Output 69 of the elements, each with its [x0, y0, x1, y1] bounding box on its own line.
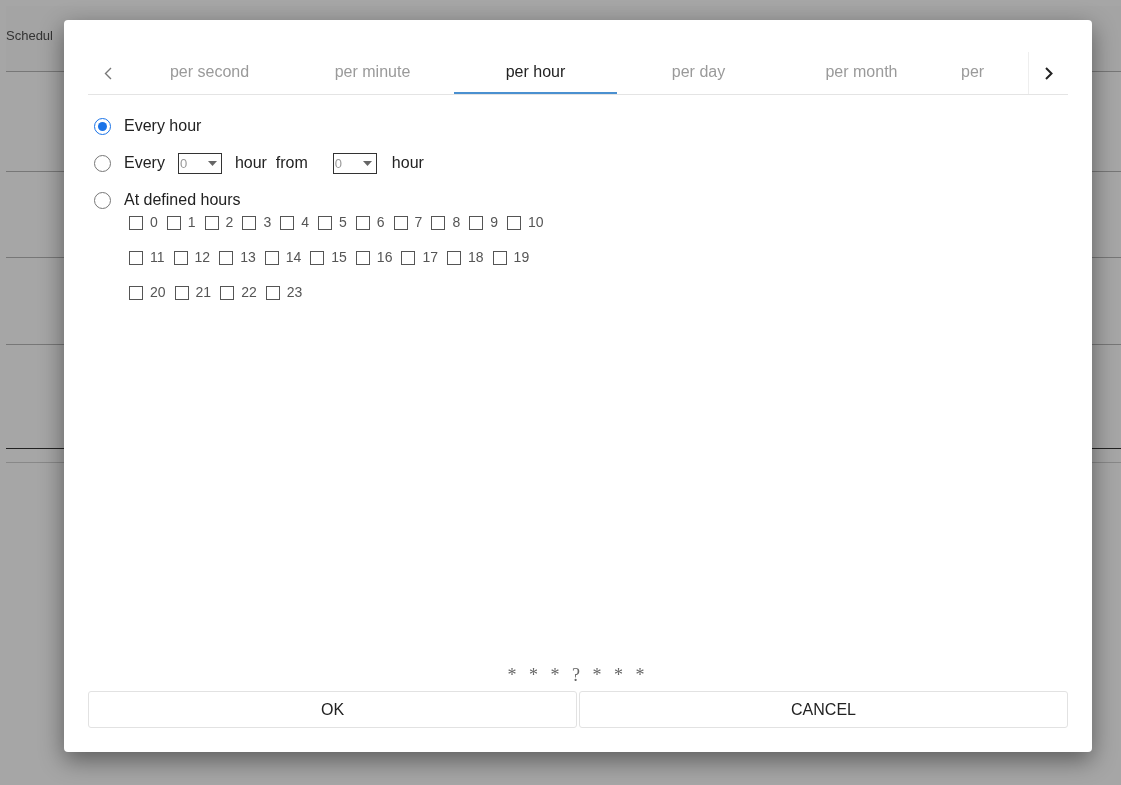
hour-label: 10	[527, 213, 544, 232]
hour-label: 15	[331, 248, 347, 267]
frequency-tab[interactable]: per month	[780, 52, 943, 94]
cron-expression: * * * ? * * *	[507, 664, 649, 687]
hour-label: 3	[263, 213, 272, 232]
page-title: Schedul	[6, 27, 54, 45]
hour-label: 16	[376, 248, 393, 267]
hour-checkbox[interactable]	[393, 215, 408, 230]
dropdown-caret-icon	[207, 160, 217, 166]
hour-label: 21	[195, 283, 212, 302]
hour-checkbox[interactable]	[129, 250, 143, 265]
hour-label: 2	[225, 213, 234, 232]
hour-label: 0	[150, 213, 158, 232]
hour-checkbox[interactable]	[431, 215, 446, 230]
hour-checkbox[interactable]	[129, 285, 143, 300]
frequency-tab[interactable]: per day	[617, 52, 780, 94]
option-label: Every hour	[124, 116, 202, 136]
hour-checkbox[interactable]	[265, 285, 280, 300]
dropdown-caret-icon	[362, 160, 372, 166]
hour-label: 19	[513, 248, 530, 267]
hour-label: 18	[468, 248, 484, 267]
hour-checkbox[interactable]	[355, 215, 370, 230]
hour-label: 6	[376, 213, 385, 232]
hour-label: 11	[150, 248, 165, 267]
hour-checkbox[interactable]	[506, 215, 521, 230]
hour-checkbox[interactable]	[129, 215, 143, 230]
hour-checkbox[interactable]	[204, 215, 219, 230]
hour-label: 1	[187, 213, 196, 232]
chevron-left-icon	[104, 66, 112, 80]
hour-checkbox[interactable]	[492, 250, 507, 265]
hour-label: 17	[422, 248, 438, 267]
hour-checkbox[interactable]	[355, 250, 370, 265]
hour-dropdown[interactable]: 0	[177, 152, 222, 174]
dialog-button[interactable]: CANCEL	[579, 691, 1068, 728]
frequency-tab[interactable]: per	[943, 52, 985, 94]
hour-checkbox[interactable]	[318, 215, 332, 230]
frequency-tab[interactable]: per minute	[291, 52, 454, 94]
hour-label: 5	[339, 213, 347, 232]
hour-checkbox[interactable]	[174, 285, 189, 300]
chevron-right-icon	[1044, 66, 1053, 80]
hour-checkbox[interactable]	[264, 250, 279, 265]
hour-label: 23	[286, 283, 303, 302]
option-label: hour	[391, 153, 424, 173]
hour-label: 4	[301, 213, 309, 232]
hour-checkbox[interactable]	[166, 215, 181, 230]
hour-label: 14	[285, 248, 302, 267]
frequency-tab[interactable]: per second	[128, 52, 291, 94]
hour-checkbox[interactable]	[219, 250, 234, 265]
hour-checkbox[interactable]	[401, 250, 416, 265]
dialog-button[interactable]: OK	[88, 691, 577, 728]
hour-checkbox[interactable]	[242, 215, 257, 230]
hour-checkbox[interactable]	[280, 215, 295, 230]
hour-checkbox[interactable]	[310, 250, 325, 265]
option-label: hour from	[234, 153, 308, 173]
hour-label: 22	[241, 283, 257, 302]
hour-checkbox[interactable]	[220, 285, 235, 300]
hour-checkbox[interactable]	[173, 250, 188, 265]
hour-label: 20	[150, 283, 166, 302]
hour-label: 8	[452, 213, 461, 232]
hour-label: 7	[414, 213, 423, 232]
option-label: Every	[124, 153, 165, 173]
hour-checkbox[interactable]	[469, 215, 484, 230]
hour-dropdown[interactable]: 0	[332, 152, 377, 174]
hour-checkbox[interactable]	[447, 250, 461, 265]
frequency-tab[interactable]: per hour	[454, 52, 617, 94]
hour-label: 12	[194, 248, 211, 267]
option-label: At defined hours	[124, 190, 241, 210]
hour-label: 9	[490, 213, 498, 232]
hour-label: 13	[240, 248, 256, 267]
